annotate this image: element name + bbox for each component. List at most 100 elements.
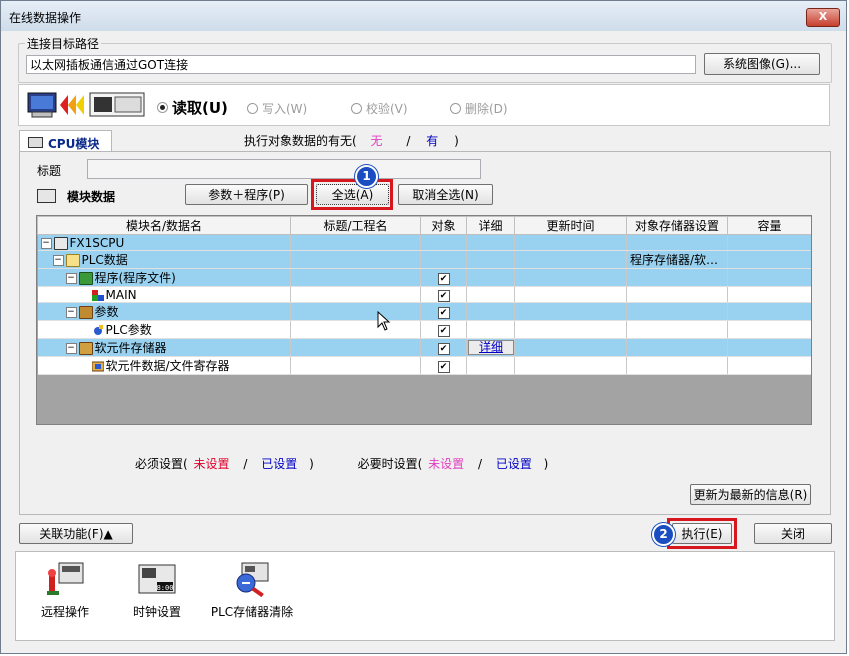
table-row[interactable]: − 软元件存储器 ✔ 详细 [37,338,811,357]
row-name: 软元件数据/文件寄存器 [105,359,230,373]
pc-to-plc-read-icon [26,90,151,120]
module-data-table: 模块名/数据名 标题/工程名 对象 详细 更新时间 对象存储器设置 容量 − FX… [36,215,812,425]
column-header[interactable]: 对象存储器设置 [626,216,728,235]
optional-setting-label: 必要时设置( [357,457,423,471]
table-row[interactable]: − 参数 ✔ [37,302,811,321]
tool-label: PLC存储器清除 [210,605,294,619]
row-name: 程序(程序文件) [94,271,176,285]
exists-suffix: ) [454,134,459,148]
tool-remote-operation[interactable]: 远程操作 [35,561,95,620]
connection-path-legend: 连接目标路径 [25,35,102,52]
required-set: 已设置 [261,457,298,471]
step-1-badge: 1 [355,165,378,188]
column-header[interactable]: 模块名/数据名 [37,216,291,235]
column-header[interactable]: 标题/工程名 [290,216,421,235]
object-data-existence: 执行对象数据的有无( 无 / 有 ) [244,132,459,149]
legend-sep: / [243,457,248,471]
target-checkbox[interactable]: ✔ [437,361,450,373]
program-icon [91,289,104,301]
parameter-icon [78,306,93,319]
row-name: FX1SCPU [69,235,125,250]
tool-label: 时钟设置 [132,605,181,619]
mouse-cursor-icon [377,310,391,334]
clock-setting-icon: 8:00 [137,561,177,597]
related-functions-button[interactable]: 关联功能(F)▲ [19,523,133,544]
close-window-button[interactable]: X [806,8,840,27]
required-unset: 未设置 [193,457,230,471]
table-row[interactable]: 软元件数据/文件寄存器 ✔ [37,356,811,375]
delete-radio-label: 删除(D) [465,102,508,116]
read-radio[interactable]: 读取(U) [157,97,228,118]
target-checkbox[interactable]: ✔ [437,307,450,319]
tab-cpu-module-label: CPU模块 [48,137,100,151]
row-name: 参数 [94,305,119,319]
column-header[interactable]: 容量 [727,216,811,235]
execute-highlight [667,518,737,549]
table-row[interactable]: − 程序(程序文件) ✔ [37,268,811,287]
column-header[interactable]: 详细 [466,216,515,235]
table-header-row: 模块名/数据名 标题/工程名 对象 详细 更新时间 对象存储器设置 容量 [37,216,811,235]
plc-memory-clear-icon [232,561,272,598]
row-name: PLC数据 [81,253,128,267]
program-file-icon [78,272,93,285]
collapse-toggle-icon[interactable]: − [40,237,52,249]
required-setting-label: 必须设置( [135,457,188,471]
verify-radio-label: 校验(V) [366,102,408,116]
exists-prefix: 执行对象数据的有无( [244,134,357,148]
title-label: 标题 [37,164,62,178]
table-row[interactable]: PLC参数 ✔ [37,320,811,339]
tab-cpu-module[interactable]: CPU模块 [19,130,112,152]
legend-suffix: ) [309,457,314,471]
write-radio[interactable]: 写入(W) [247,100,307,117]
column-header[interactable]: 对象 [420,216,467,235]
write-radio-label: 写入(W) [262,102,308,116]
collapse-toggle-icon[interactable]: − [65,343,77,354]
device-memory-icon [78,342,93,355]
collapse-toggle-icon[interactable]: − [65,307,77,318]
target-checkbox[interactable]: ✔ [437,325,450,337]
step-2-badge: 2 [652,523,675,546]
tool-plc-memory-clear[interactable]: PLC存储器清除 [209,561,295,620]
system-image-button[interactable]: 系统图像(G)... [704,53,820,75]
connection-path-field: 以太网插板通信通过GOT连接 [26,55,696,74]
table-row[interactable]: − PLC数据 程序存储器/软… [37,250,811,269]
clock-display: 8:00 [157,584,174,592]
cpu-icon [53,236,68,250]
tool-clock-setting[interactable]: 8:00 时钟设置 [127,561,187,620]
read-radio-label: 读取(U) [172,99,228,117]
device-data-icon [91,361,104,372]
detail-button[interactable]: 详细 [468,340,514,355]
row-name: PLC参数 [105,323,152,337]
optional-unset: 未设置 [428,457,465,471]
target-checkbox[interactable]: ✔ [437,290,450,302]
target-memory-cell[interactable]: 程序存储器/软… [626,250,728,269]
exists-sep: / [406,134,411,148]
exists-none: 无 [370,134,383,148]
update-info-button[interactable]: 更新为最新的信息(R) [690,484,811,505]
verify-radio[interactable]: 校验(V) [351,100,408,117]
row-name: MAIN [105,287,137,302]
param-program-button[interactable]: 参数＋程序(P) [185,184,308,205]
table-row[interactable]: MAIN ✔ [37,286,811,303]
target-checkbox[interactable]: ✔ [437,343,450,355]
collapse-toggle-icon[interactable]: − [52,255,64,266]
title-bar: 在线数据操作 X [1,1,846,31]
cpu-module-icon [28,137,43,148]
exists-yes: 有 [426,134,439,148]
column-header[interactable]: 更新时间 [514,216,627,235]
remote-operation-icon [45,561,85,597]
target-checkbox[interactable]: ✔ [437,273,450,285]
tool-label: 远程操作 [40,605,89,619]
table-row[interactable]: − FX1SCPU [37,234,811,251]
setting-legend: 必须设置( 未设置 / 已设置 ) 必要时设置( 未设置 / 已设置 ) [135,455,548,472]
deselect-all-button[interactable]: 取消全选(N) [398,184,493,205]
collapse-toggle-icon[interactable]: − [65,273,77,284]
legend-sep: / [477,457,482,471]
select-all-highlight [311,179,393,210]
close-button[interactable]: 关闭 [754,523,832,544]
delete-radio[interactable]: 删除(D) [450,100,508,117]
module-data-icon [37,189,56,203]
module-data-label: 模块数据 [67,190,116,204]
window-title: 在线数据操作 [9,11,82,25]
folder-icon [65,254,80,267]
